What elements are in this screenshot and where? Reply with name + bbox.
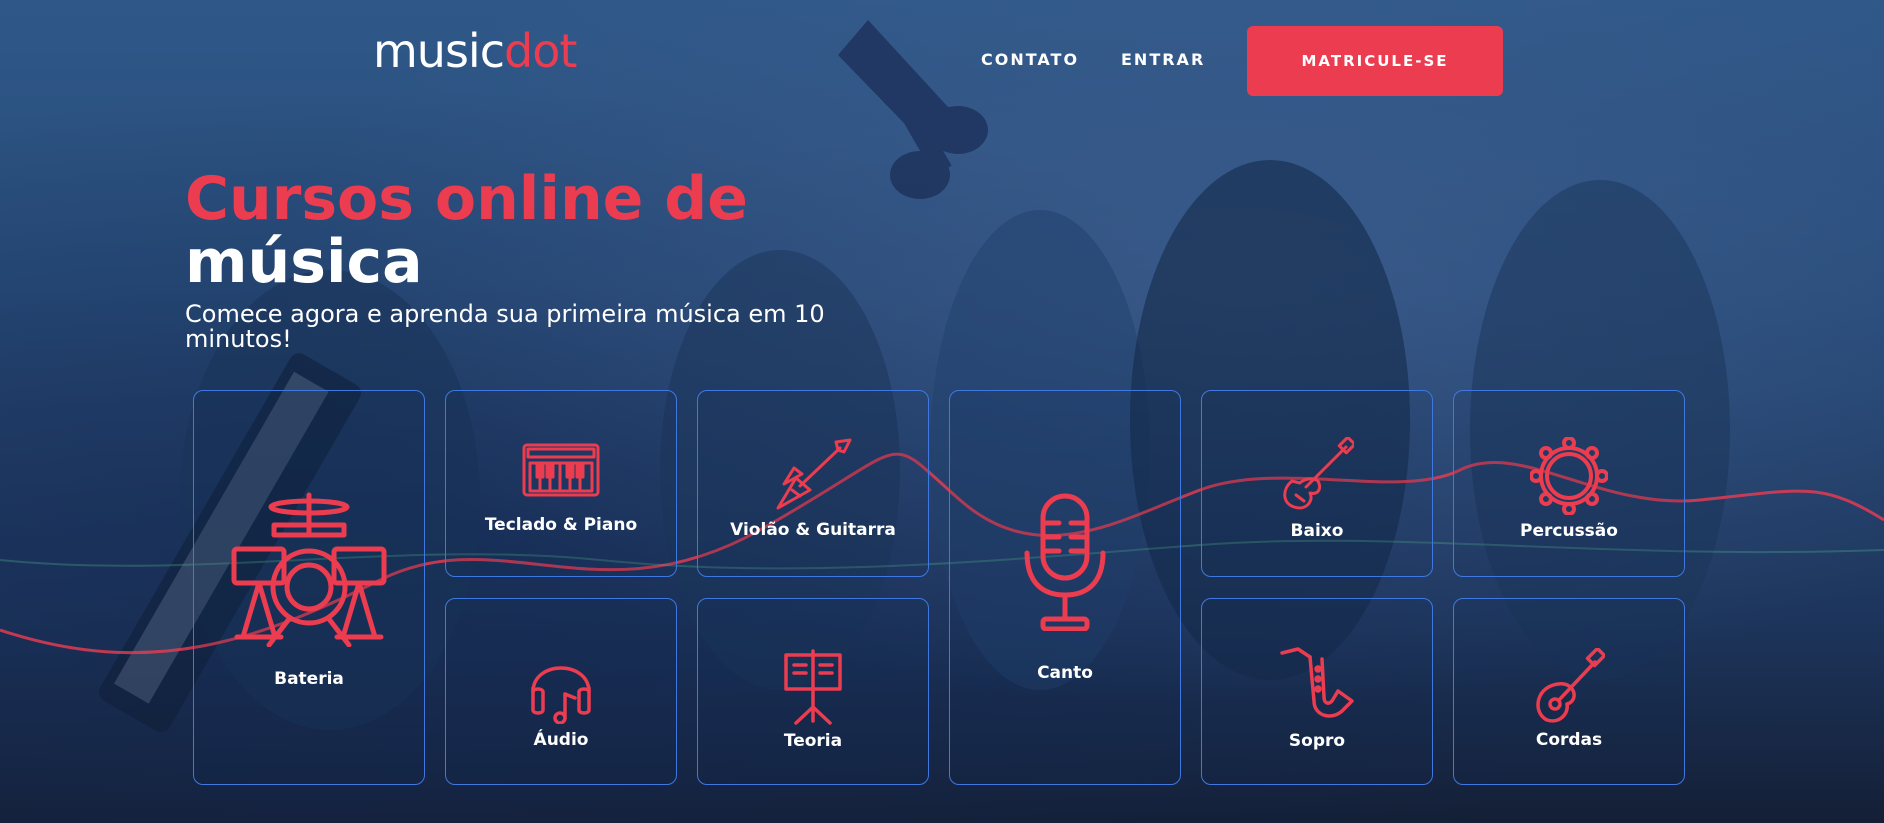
- hero-title: Cursos online de música: [185, 168, 748, 294]
- course-card-cordas[interactable]: Cordas: [1453, 598, 1685, 785]
- electric-guitar-icon: [776, 438, 852, 509]
- course-label: Teoria: [783, 730, 843, 751]
- course-card-sopro[interactable]: Sopro: [1201, 598, 1433, 785]
- saxophone-icon: [1280, 646, 1354, 718]
- course-label: Teclado & Piano: [484, 514, 638, 535]
- tambourine-icon: [1530, 436, 1608, 515]
- hero-title-line1: Cursos online de: [185, 164, 748, 234]
- course-label: Sopro: [1288, 730, 1346, 751]
- course-card-canto[interactable]: Canto: [949, 390, 1181, 785]
- hero-subtitle: Comece agora e aprenda sua primeira músi…: [185, 300, 825, 353]
- music-stand-icon: [784, 648, 842, 725]
- hero-title-line2: música: [185, 227, 423, 297]
- course-label: Percussão: [1520, 520, 1618, 541]
- logo-text-accent: dot: [504, 24, 577, 78]
- enroll-button[interactable]: MATRICULE-SE: [1247, 26, 1503, 96]
- headphones-icon: [531, 665, 591, 724]
- course-label: Baixo: [1290, 520, 1344, 541]
- course-label: Violão & Guitarra: [730, 519, 896, 540]
- ukulele-icon: [1536, 647, 1605, 723]
- course-label: Bateria: [274, 668, 344, 689]
- logo[interactable]: musicdot: [373, 28, 577, 74]
- course-card-teclado-piano[interactable]: Teclado & Piano: [445, 390, 677, 577]
- course-card-audio[interactable]: Áudio: [445, 598, 677, 785]
- nav-contato[interactable]: CONTATO: [981, 50, 1079, 69]
- logo-text-main: music: [373, 24, 505, 78]
- course-card-violao-guitarra[interactable]: Violão & Guitarra: [697, 390, 929, 577]
- keyboard-icon: [522, 443, 600, 496]
- course-card-percussao[interactable]: Percussão: [1453, 390, 1685, 577]
- course-card-teoria[interactable]: Teoria: [697, 598, 929, 785]
- course-card-baixo[interactable]: Baixo: [1201, 390, 1433, 577]
- bass-guitar-icon: [1283, 436, 1354, 509]
- nav-entrar[interactable]: ENTRAR: [1121, 50, 1205, 69]
- drum-kit-icon: [231, 492, 387, 647]
- course-label: Áudio: [533, 729, 589, 750]
- course-card-bateria[interactable]: Bateria: [193, 390, 425, 785]
- microphone-icon: [1024, 493, 1106, 631]
- course-label: Canto: [1037, 662, 1093, 683]
- course-label: Cordas: [1535, 729, 1603, 750]
